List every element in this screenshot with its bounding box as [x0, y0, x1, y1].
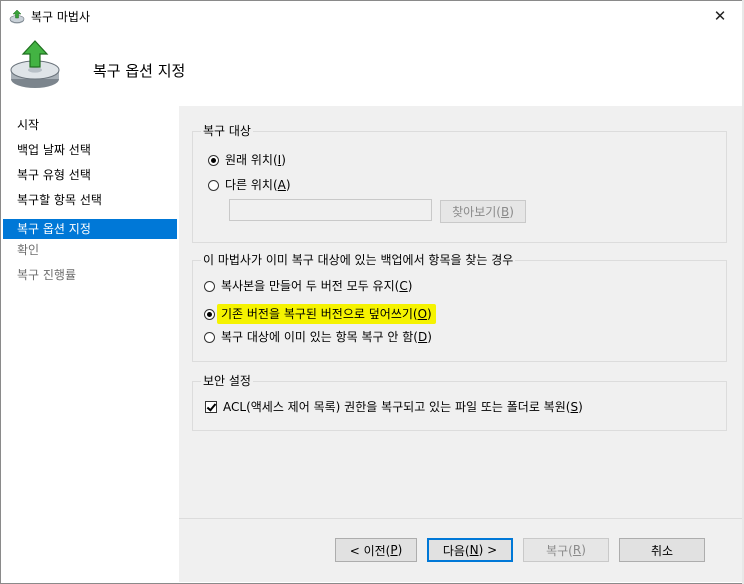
- security-settings-group: 보안 설정 ACL(액세스 제어 목록) 권한을 복구되고 있는 파일 또는 폴…: [192, 373, 727, 431]
- conflict-legend: 이 마법사가 이미 복구 대상에 있는 백업에서 항목을 찾는 경우: [201, 252, 516, 268]
- back-button[interactable]: < 이전(P): [335, 538, 417, 562]
- conflict-handling-group: 이 마법사가 이미 복구 대상에 있는 백업에서 항목을 찾는 경우 복사본을 …: [192, 252, 727, 362]
- restore-acl-label: ACL(액세스 제어 목록) 권한을 복구되고 있는 파일 또는 폴더로 복원(…: [223, 400, 583, 414]
- step-recovery-type[interactable]: 복구 유형 선택: [3, 165, 177, 185]
- step-progress: 복구 진행률: [17, 268, 77, 282]
- skip-existing-label: 복구 대상에 이미 있는 항목 복구 안 함(D): [221, 330, 432, 344]
- radio-indicator[interactable]: [208, 179, 219, 191]
- keep-both-radio[interactable]: 복사본을 만들어 두 버전 모두 유지(C): [204, 278, 412, 294]
- location-path-input: [229, 199, 432, 221]
- next-button[interactable]: 다음(N) >: [427, 538, 513, 562]
- step-backup-date[interactable]: 백업 날짜 선택: [3, 140, 177, 160]
- browse-button: 찾아보기(B): [440, 200, 526, 223]
- title-bar[interactable]: 복구 마법사 ✕: [1, 1, 743, 33]
- cancel-button[interactable]: 취소: [619, 538, 705, 562]
- window-title: 복구 마법사: [31, 10, 91, 24]
- overwrite-label: 기존 버전을 복구된 버전으로 덮어쓰기(O): [217, 304, 436, 324]
- security-legend: 보안 설정: [201, 373, 253, 389]
- recovery-target-legend: 복구 대상: [201, 123, 253, 139]
- skip-existing-radio[interactable]: 복구 대상에 이미 있는 항목 복구 안 함(D): [204, 329, 432, 345]
- wizard-step-list: 시작 백업 날짜 선택 복구 유형 선택 복구할 항목 선택 복구 옵션 지정 …: [1, 106, 179, 582]
- restore-disk-icon: [10, 40, 60, 88]
- wizard-header: 복구 옵션 지정: [1, 33, 743, 106]
- close-button[interactable]: ✕: [697, 1, 743, 31]
- recover-button: 복구(R): [523, 538, 609, 562]
- radio-indicator[interactable]: [204, 280, 215, 292]
- step-start[interactable]: 시작: [3, 115, 177, 135]
- radio-indicator[interactable]: [204, 331, 215, 343]
- radio-indicator[interactable]: [208, 154, 219, 166]
- original-location-label: 원래 위치(I): [225, 153, 286, 167]
- step-select-items[interactable]: 복구할 항목 선택: [3, 190, 177, 210]
- radio-indicator[interactable]: [204, 308, 215, 320]
- other-location-label: 다른 위치(A): [225, 178, 291, 192]
- recovery-wizard-window: 복구 마법사 ✕ 복구 옵션 지정 시작 백업 날짜 선택 복구 유형 선택 복…: [0, 0, 744, 584]
- restore-acl-checkbox[interactable]: ACL(액세스 제어 목록) 권한을 복구되고 있는 파일 또는 폴더로 복원(…: [205, 399, 583, 415]
- options-panel: 복구 대상 원래 위치(I) 다른 위치(A) 찾아보기(B) 이 마법사가 이…: [179, 106, 743, 518]
- recovery-target-group: 복구 대상 원래 위치(I) 다른 위치(A) 찾아보기(B): [192, 123, 727, 243]
- keep-both-label: 복사본을 만들어 두 버전 모두 유지(C): [221, 279, 413, 293]
- step-recovery-options[interactable]: 복구 옵션 지정: [3, 219, 177, 239]
- wizard-app-icon: [9, 9, 25, 24]
- wizard-footer: < 이전(P) 다음(N) > 복구(R) 취소: [179, 518, 743, 582]
- page-title: 복구 옵션 지정: [93, 62, 186, 80]
- overwrite-radio[interactable]: 기존 버전을 복구된 버전으로 덮어쓰기(O): [204, 304, 436, 324]
- close-icon: ✕: [713, 7, 727, 25]
- checkbox-indicator[interactable]: [205, 401, 217, 413]
- step-confirm: 확인: [17, 243, 40, 257]
- other-location-radio[interactable]: 다른 위치(A): [208, 177, 291, 193]
- original-location-radio[interactable]: 원래 위치(I): [208, 152, 286, 168]
